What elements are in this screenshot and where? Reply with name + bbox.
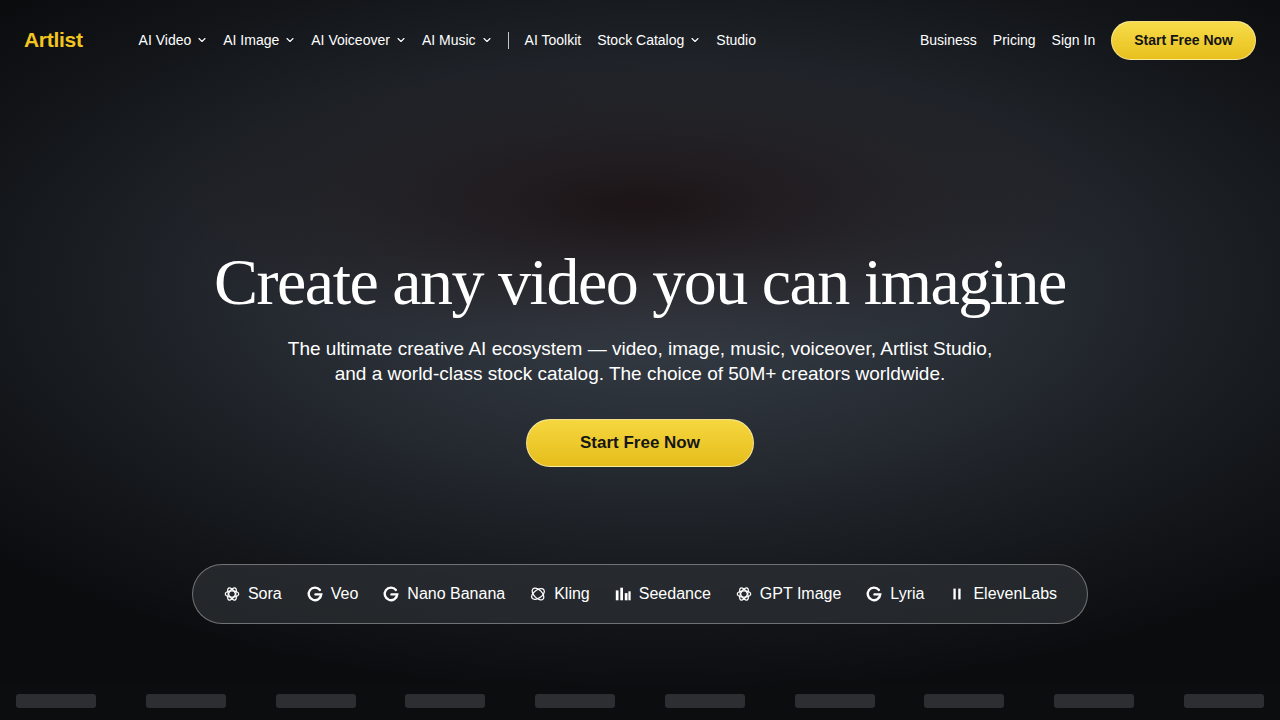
model-label[interactable]: Nano Banana bbox=[407, 582, 505, 606]
google-icon bbox=[865, 585, 883, 603]
google-icon bbox=[382, 585, 400, 603]
hero-start-button[interactable]: Start Free Now bbox=[526, 419, 754, 467]
menu-divider bbox=[508, 32, 509, 49]
client-logo bbox=[795, 694, 875, 708]
model-item[interactable]: Lyria bbox=[865, 582, 924, 606]
menu-item-label[interactable]: AI Voiceover bbox=[311, 30, 390, 51]
client-logo bbox=[1184, 694, 1264, 708]
client-logo bbox=[924, 694, 1004, 708]
menu-item[interactable]: AI Toolkit bbox=[525, 30, 582, 51]
client-logo bbox=[16, 694, 96, 708]
chevron-down-icon bbox=[197, 35, 207, 45]
hero-title: Create any video you can imagine bbox=[214, 246, 1066, 319]
menu-item[interactable]: AI Voiceover bbox=[311, 30, 406, 51]
seedance-icon bbox=[614, 585, 632, 603]
client-logo bbox=[535, 694, 615, 708]
subtitle-line: and a world-class stock catalog. The cho… bbox=[288, 361, 992, 386]
model-item[interactable]: Seedance bbox=[614, 582, 711, 606]
client-logo bbox=[146, 694, 226, 708]
model-label[interactable]: Lyria bbox=[890, 582, 924, 606]
hero-section: Artlist AI Video AI Image AI Voiceover AI Mu… bbox=[0, 0, 1280, 684]
openai-icon bbox=[223, 585, 241, 603]
model-item[interactable]: Veo bbox=[306, 582, 359, 606]
menu-item[interactable]: AI Music bbox=[422, 30, 492, 51]
menu-item-label[interactable]: AI Image bbox=[223, 30, 279, 51]
model-label[interactable]: Seedance bbox=[639, 582, 711, 606]
kling-icon bbox=[529, 585, 547, 603]
model-item[interactable]: Nano Banana bbox=[382, 582, 505, 606]
header-link[interactable]: Sign In bbox=[1052, 30, 1096, 51]
model-bar: Sora Veo Nano Banana Kling Seedance GPT Image… bbox=[192, 564, 1088, 624]
client-logo-strip bbox=[0, 684, 1280, 720]
openai-icon bbox=[735, 585, 753, 603]
client-logo bbox=[1054, 694, 1134, 708]
hero-content: Create any video you can imagine The ulti… bbox=[0, 80, 1280, 624]
model-item[interactable]: Sora bbox=[223, 582, 282, 606]
elevenlabs-icon bbox=[948, 585, 966, 603]
client-logo bbox=[405, 694, 485, 708]
chevron-down-icon bbox=[396, 35, 406, 45]
subtitle-line: The ultimate creative AI ecosystem — vid… bbox=[288, 336, 992, 361]
chevron-down-icon bbox=[690, 35, 700, 45]
google-icon bbox=[306, 585, 324, 603]
menu-item[interactable]: AI Video bbox=[139, 30, 208, 51]
chevron-down-icon bbox=[285, 35, 295, 45]
client-logo bbox=[276, 694, 356, 708]
menu-item-label[interactable]: AI Video bbox=[139, 30, 192, 51]
main-menu: AI Video AI Image AI Voiceover AI Music AI T… bbox=[139, 30, 756, 51]
artlist-logo[interactable]: Artlist bbox=[24, 24, 83, 56]
client-logo bbox=[665, 694, 745, 708]
model-label[interactable]: Kling bbox=[554, 582, 590, 606]
menu-item-label[interactable]: Studio bbox=[716, 30, 756, 51]
header-link[interactable]: Business bbox=[920, 30, 977, 51]
header-link[interactable]: Pricing bbox=[993, 30, 1036, 51]
header-start-button[interactable]: Start Free Now bbox=[1111, 21, 1256, 60]
model-item[interactable]: ElevenLabs bbox=[948, 582, 1057, 606]
menu-item-label[interactable]: AI Toolkit bbox=[525, 30, 582, 51]
model-label[interactable]: Sora bbox=[248, 582, 282, 606]
menu-item[interactable]: Studio bbox=[716, 30, 756, 51]
menu-item[interactable]: Stock Catalog bbox=[597, 30, 700, 51]
top-nav: Artlist AI Video AI Image AI Voiceover AI Mu… bbox=[0, 0, 1280, 80]
model-label[interactable]: Veo bbox=[331, 582, 359, 606]
model-label[interactable]: GPT Image bbox=[760, 582, 842, 606]
model-label[interactable]: ElevenLabs bbox=[973, 582, 1057, 606]
account-links: Business Pricing Sign In Start Free Now bbox=[920, 21, 1256, 60]
model-item[interactable]: Kling bbox=[529, 582, 590, 606]
model-item[interactable]: GPT Image bbox=[735, 582, 842, 606]
chevron-down-icon bbox=[482, 35, 492, 45]
menu-item[interactable]: AI Image bbox=[223, 30, 295, 51]
menu-item-label[interactable]: AI Music bbox=[422, 30, 476, 51]
menu-item-label[interactable]: Stock Catalog bbox=[597, 30, 684, 51]
hero-subtitle: The ultimate creative AI ecosystem — vid… bbox=[288, 336, 992, 386]
